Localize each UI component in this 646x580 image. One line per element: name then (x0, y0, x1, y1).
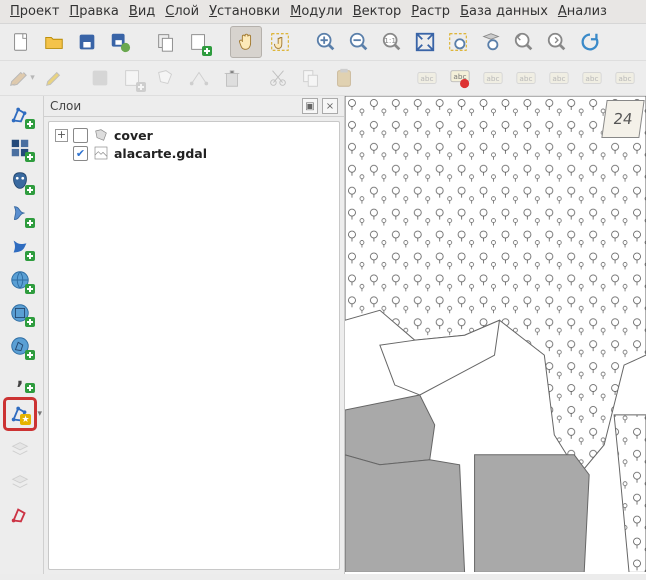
svg-text:,: , (17, 369, 24, 390)
paste-button[interactable] (329, 63, 359, 93)
svg-text:1:1: 1:1 (384, 36, 396, 45)
svg-text:abc: abc (420, 74, 433, 83)
zoom-in-button[interactable] (311, 27, 341, 57)
new-layer-button[interactable] (184, 27, 214, 57)
svg-text:abc: abc (519, 74, 532, 83)
refresh-button[interactable] (575, 27, 605, 57)
new-shapefile-button[interactable]: ★▾ (3, 397, 37, 431)
layer-label: alacarte.gdal (114, 146, 207, 161)
visibility-checkbox[interactable] (73, 146, 88, 161)
remove-layer-button[interactable] (3, 434, 37, 464)
map-canvas[interactable]: 24 (344, 96, 646, 574)
svg-text:abc: abc (618, 74, 631, 83)
edit-pencils-button[interactable]: ▾ (6, 63, 36, 93)
add-vector-button[interactable] (3, 100, 37, 130)
layer-row-alacarte[interactable]: alacarte.gdal (51, 144, 337, 162)
menu-анализ[interactable]: Анализ (558, 4, 607, 19)
sidebar: , ★▾ (0, 96, 44, 574)
zoom-full-button[interactable] (410, 27, 440, 57)
menu-проект[interactable]: Проект (10, 4, 59, 19)
layer-label: cover (114, 128, 153, 143)
zoom-layer-button[interactable] (476, 27, 506, 57)
duplicate-layer-button[interactable] (3, 467, 37, 497)
label-move-button[interactable]: abc (544, 63, 574, 93)
menu-вид[interactable]: Вид (129, 4, 155, 19)
save-edits-button[interactable] (85, 63, 115, 93)
zoom-native-button[interactable]: 1:1 (377, 27, 407, 57)
expand-icon[interactable]: + (55, 129, 68, 142)
svg-text:abc: abc (486, 74, 499, 83)
undock-panel-icon[interactable]: ▣ (302, 98, 318, 114)
add-postgis-button[interactable] (3, 166, 37, 196)
svg-text:abc: abc (585, 74, 598, 83)
visibility-checkbox[interactable] (73, 128, 88, 143)
cut-button[interactable] (263, 63, 293, 93)
toolbar-row-2: ▾ abc abc abc abc abc abc abc (0, 61, 646, 96)
menu-база данных[interactable]: База данных (460, 4, 548, 19)
menu-вектор[interactable]: Вектор (353, 4, 402, 19)
zoom-selection-button[interactable] (443, 27, 473, 57)
label-abc-button[interactable]: abc (412, 63, 442, 93)
polygon-icon (93, 127, 109, 143)
add-wcs-button[interactable] (3, 298, 37, 328)
add-spatialite-button[interactable] (3, 199, 37, 229)
raster-icon (93, 145, 109, 161)
label-rotate-button[interactable]: abc (577, 63, 607, 93)
compass-icon[interactable]: 24 (601, 100, 644, 138)
add-raster-button[interactable] (3, 133, 37, 163)
add-mssql-button[interactable] (3, 232, 37, 262)
compass-label: 24 (612, 110, 634, 128)
save-as-button[interactable] (105, 27, 135, 57)
toolbar-row-1: 1:1 (0, 24, 646, 61)
pan-to-selection-button[interactable] (265, 27, 295, 57)
svg-text:abc: abc (552, 74, 565, 83)
pan-tool-button[interactable] (230, 26, 262, 58)
layers-panel-header: Слои ▣ × (44, 96, 344, 117)
label-warn-button[interactable]: abc (445, 63, 475, 93)
label-pin-button[interactable]: abc (478, 63, 508, 93)
node-tool-button[interactable] (184, 63, 214, 93)
menu-растр[interactable]: Растр (411, 4, 450, 19)
layers-panel-title: Слои (50, 99, 298, 113)
zoom-out-button[interactable] (344, 27, 374, 57)
menubar: Проект Правка Вид Слой Установки Модули Вектор… (0, 0, 646, 24)
layers-panel: Слои ▣ × + cover alacarte.gdal (44, 96, 344, 574)
menu-модули[interactable]: Модули (290, 4, 343, 19)
zoom-last-button[interactable] (509, 27, 539, 57)
move-feature-button[interactable] (151, 63, 181, 93)
delete-selected-button[interactable] (217, 63, 247, 93)
save-button[interactable] (72, 27, 102, 57)
open-button[interactable] (39, 27, 69, 57)
add-wfs-button[interactable] (3, 331, 37, 361)
menu-слой[interactable]: Слой (165, 4, 199, 19)
add-delimited-button[interactable]: , (3, 364, 37, 394)
close-panel-icon[interactable]: × (322, 98, 338, 114)
copy-button[interactable] (296, 63, 326, 93)
gps-button[interactable] (3, 500, 37, 530)
label-pin2-button[interactable]: abc (511, 63, 541, 93)
layer-row-cover[interactable]: + cover (51, 126, 337, 144)
zoom-next-button[interactable] (542, 27, 572, 57)
new-project-button[interactable] (6, 27, 36, 57)
label-edit-button[interactable]: abc (610, 63, 640, 93)
menu-правка[interactable]: Правка (69, 4, 118, 19)
menu-установки[interactable]: Установки (209, 4, 280, 19)
add-feature-button[interactable] (118, 63, 148, 93)
layers-tree[interactable]: + cover alacarte.gdal (48, 121, 340, 570)
add-wms-button[interactable] (3, 265, 37, 295)
toggle-edit-button[interactable] (39, 63, 69, 93)
copy-style-button[interactable] (151, 27, 181, 57)
